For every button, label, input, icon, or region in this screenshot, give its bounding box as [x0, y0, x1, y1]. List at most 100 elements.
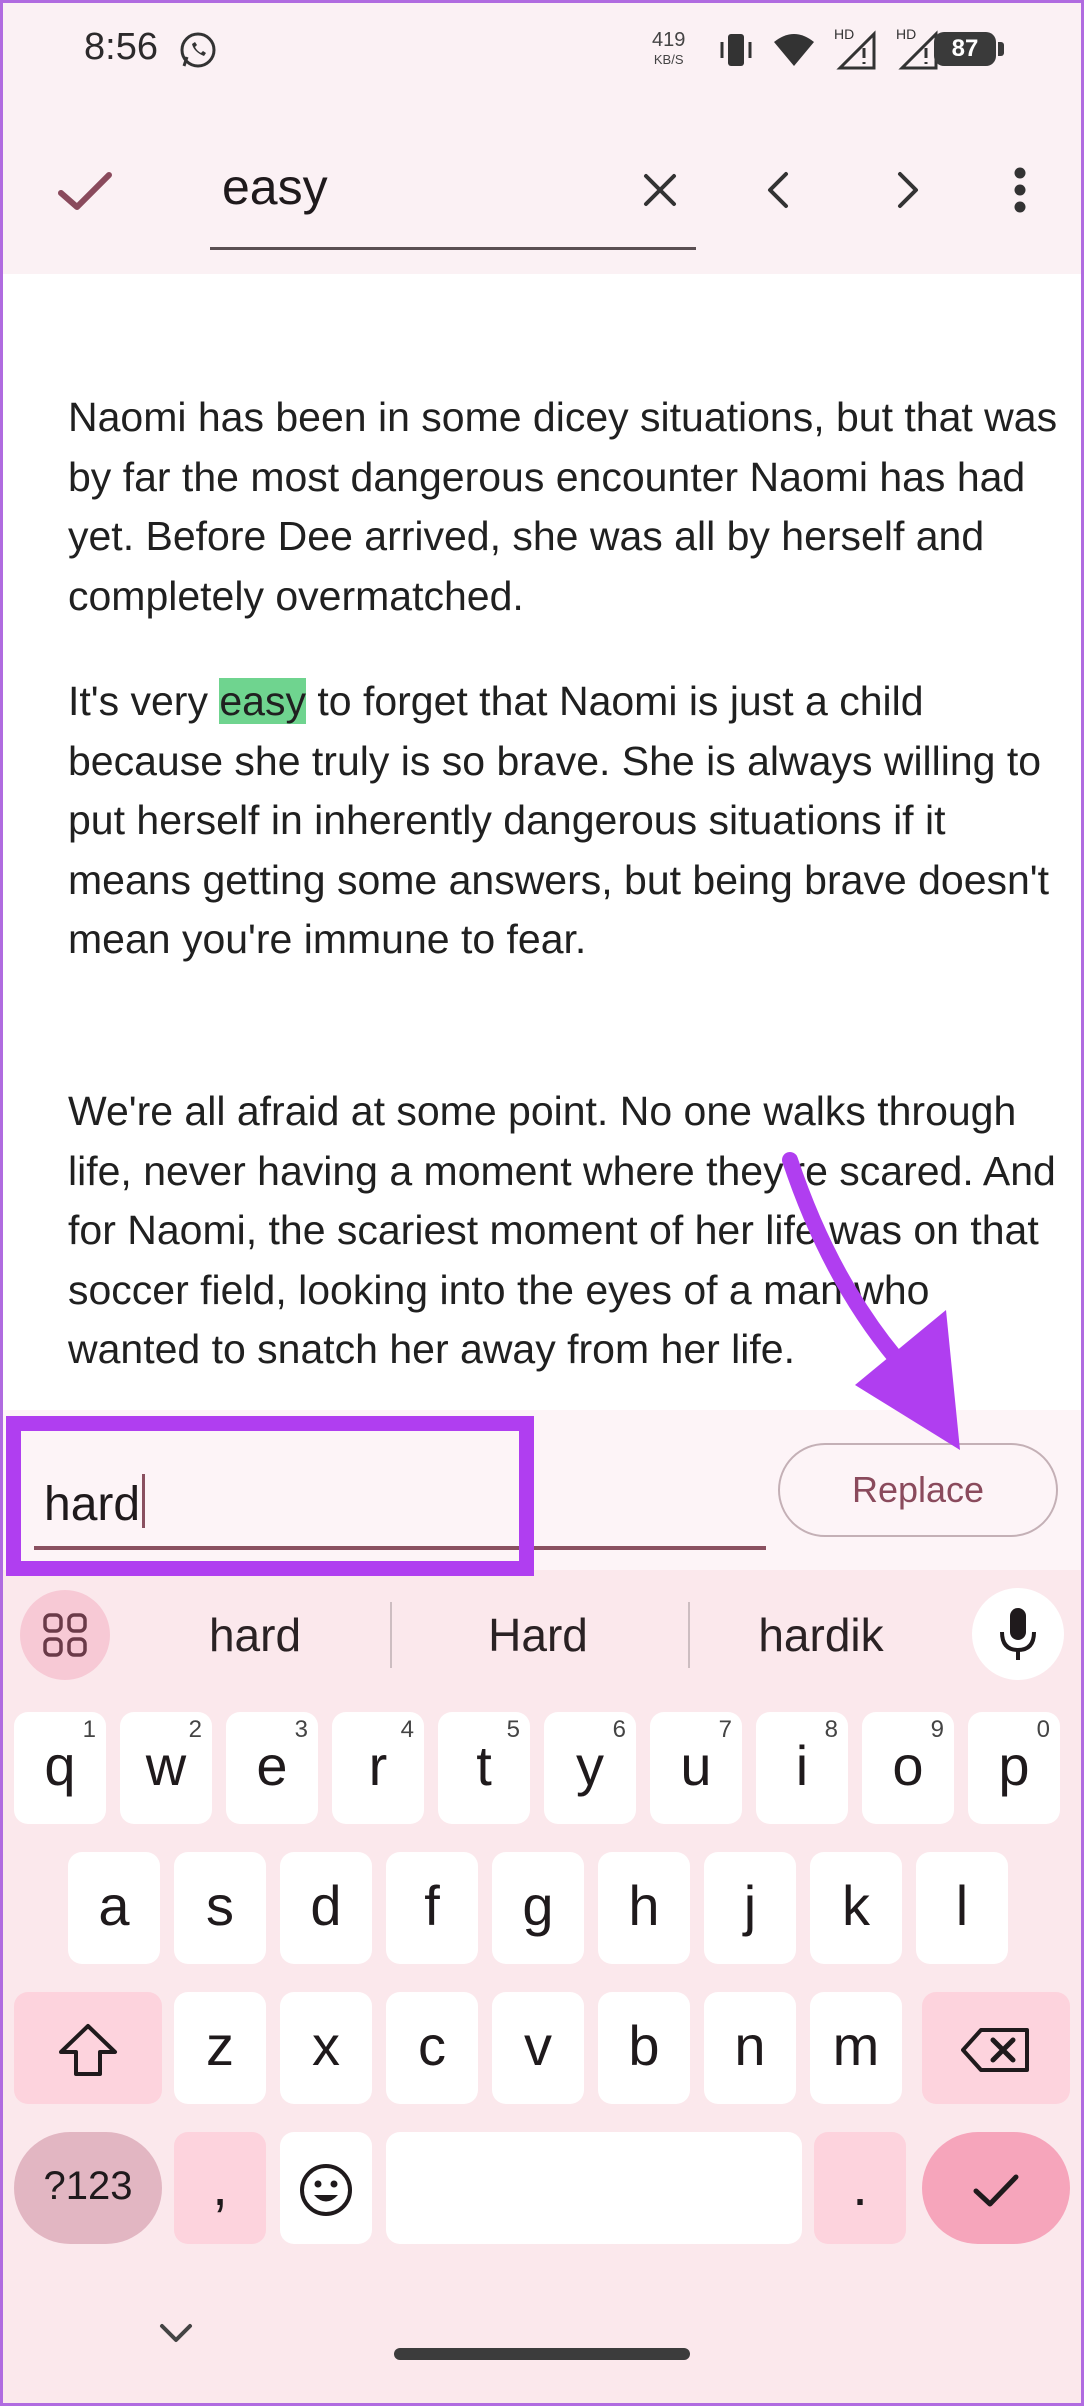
whatsapp-icon — [180, 32, 216, 68]
key-h[interactable]: h — [598, 1852, 690, 1964]
comma-key[interactable]: , — [174, 2132, 266, 2244]
hide-keyboard-chevron-icon[interactable] — [156, 2318, 196, 2348]
key-d[interactable]: d — [280, 1852, 372, 1964]
close-icon — [644, 174, 676, 206]
symbols-key[interactable]: ?123 — [14, 2132, 162, 2244]
key-hint: 1 — [82, 1716, 96, 1743]
key-g[interactable]: g — [492, 1852, 584, 1964]
key-hint: 2 — [188, 1716, 202, 1743]
shift-key[interactable] — [14, 1992, 162, 2104]
shift-icon — [59, 2024, 117, 2077]
key-f[interactable]: f — [386, 1852, 478, 1964]
key-hint: 6 — [612, 1716, 626, 1743]
done-button[interactable] — [50, 156, 120, 226]
backspace-icon — [961, 2028, 1029, 2073]
key-k[interactable]: k — [810, 1852, 902, 1964]
previous-match-button[interactable] — [748, 160, 808, 220]
vibrate-icon — [720, 34, 752, 66]
key-hint: 9 — [930, 1716, 944, 1743]
grid-icon — [43, 1613, 87, 1657]
home-indicator[interactable] — [394, 2348, 690, 2360]
suggestion-divider — [688, 1602, 690, 1668]
suggestion-item[interactable]: hard — [130, 1600, 380, 1670]
key-e[interactable]: e3 — [226, 1712, 318, 1824]
key-x[interactable]: x — [280, 1992, 372, 2104]
key-label: p — [998, 1734, 1030, 1797]
status-bar: 8:56 419 KB/S HD HD 87 — [0, 0, 1084, 100]
annotation-highlight-box — [6, 1416, 534, 1576]
key-label: u — [680, 1734, 712, 1797]
check-icon — [58, 172, 112, 210]
suggestion-item[interactable]: Hard — [410, 1600, 666, 1670]
paragraph: Naomi has been in some dicey situations,… — [68, 394, 1058, 619]
key-label: y — [576, 1734, 604, 1797]
key-z[interactable]: z — [174, 1992, 266, 2104]
emoji-key[interactable] — [280, 2132, 372, 2244]
key-u[interactable]: u7 — [650, 1712, 742, 1824]
key-hint: 3 — [294, 1716, 308, 1743]
text-run: It's very — [68, 678, 220, 724]
find-input[interactable]: easy — [222, 158, 328, 216]
signal-icon — [836, 30, 876, 70]
enter-key[interactable] — [922, 2132, 1070, 2244]
keyboard-menu-button[interactable] — [20, 1590, 110, 1680]
key-i[interactable]: i8 — [756, 1712, 848, 1824]
key-hint: 8 — [824, 1716, 838, 1743]
more-vert-icon — [1014, 167, 1026, 213]
key-label: q — [44, 1734, 76, 1797]
find-replace-toolbar: easy — [0, 100, 1084, 274]
signal-1: HD — [834, 26, 878, 70]
key-a[interactable]: a — [68, 1852, 160, 1964]
annotation-arrow — [782, 1152, 960, 1450]
key-q[interactable]: q1 — [14, 1712, 106, 1824]
chevron-left-icon — [768, 172, 788, 208]
key-hint: 7 — [718, 1716, 732, 1743]
key-c[interactable]: c — [386, 1992, 478, 2104]
clear-find-button[interactable] — [630, 160, 690, 220]
wifi-icon — [774, 34, 814, 66]
find-field[interactable]: easy — [210, 130, 696, 250]
chevron-right-icon — [898, 172, 918, 208]
more-options-button[interactable] — [1000, 160, 1040, 220]
network-speed: 419 KB/S — [652, 30, 685, 70]
emoji-icon — [300, 2164, 352, 2217]
key-label: w — [145, 1734, 187, 1797]
mic-icon — [1000, 1608, 1036, 1660]
key-y[interactable]: y6 — [544, 1712, 636, 1824]
suggestion-item[interactable]: hardik — [696, 1600, 946, 1670]
key-label: i — [795, 1734, 809, 1797]
key-s[interactable]: s — [174, 1852, 266, 1964]
space-key[interactable] — [386, 2132, 802, 2244]
key-label: o — [892, 1734, 924, 1797]
key-l[interactable]: l — [916, 1852, 1008, 1964]
key-p[interactable]: p0 — [968, 1712, 1060, 1824]
key-r[interactable]: r4 — [332, 1712, 424, 1824]
key-j[interactable]: j — [704, 1852, 796, 1964]
key-w[interactable]: w2 — [120, 1712, 212, 1824]
key-b[interactable]: b — [598, 1992, 690, 2104]
key-hint: 4 — [400, 1716, 414, 1743]
status-icons: HD HD — [718, 26, 940, 70]
period-key[interactable]: . — [814, 2132, 906, 2244]
key-label: t — [476, 1734, 492, 1797]
key-hint: 5 — [506, 1716, 520, 1743]
search-match-highlight: easy — [219, 678, 306, 724]
next-match-button[interactable] — [878, 160, 938, 220]
paragraph: It's very easy to forget that Naomi is j… — [68, 672, 1068, 970]
network-speed-unit: KB/S — [653, 52, 684, 67]
key-v[interactable]: v — [492, 1992, 584, 2104]
key-hint: 0 — [1036, 1716, 1050, 1743]
key-label: e — [256, 1734, 288, 1797]
check-icon — [973, 2174, 1019, 2207]
backspace-key[interactable] — [922, 1992, 1070, 2104]
keyboard: hard Hard hardik q1 w2 e3 r4 t5 y6 u7 i8… — [0, 1570, 1084, 2406]
key-o[interactable]: o9 — [862, 1712, 954, 1824]
key-label: r — [368, 1734, 388, 1797]
key-n[interactable]: n — [704, 1992, 796, 2104]
battery-indicator: 87 — [934, 32, 1004, 66]
voice-input-button[interactable] — [972, 1588, 1064, 1680]
network-speed-value: 419 — [652, 29, 686, 51]
suggestion-divider — [390, 1602, 392, 1668]
key-m[interactable]: m — [810, 1992, 902, 2104]
key-t[interactable]: t5 — [438, 1712, 530, 1824]
